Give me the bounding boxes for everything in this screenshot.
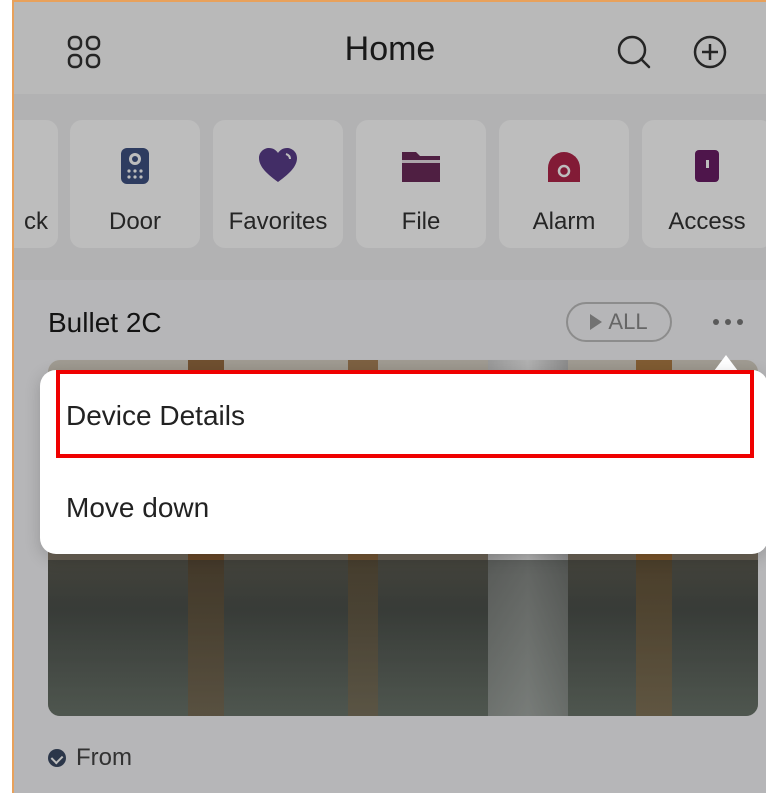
popup-pointer: [714, 355, 738, 371]
app-screen: Home ck Door Favorites File Alarm Access…: [12, 0, 766, 793]
menu-item-device-details[interactable]: Device Details: [40, 374, 766, 458]
menu-item-move-down[interactable]: Move down: [40, 466, 766, 550]
device-options-menu: Device Details Move down: [40, 370, 766, 554]
